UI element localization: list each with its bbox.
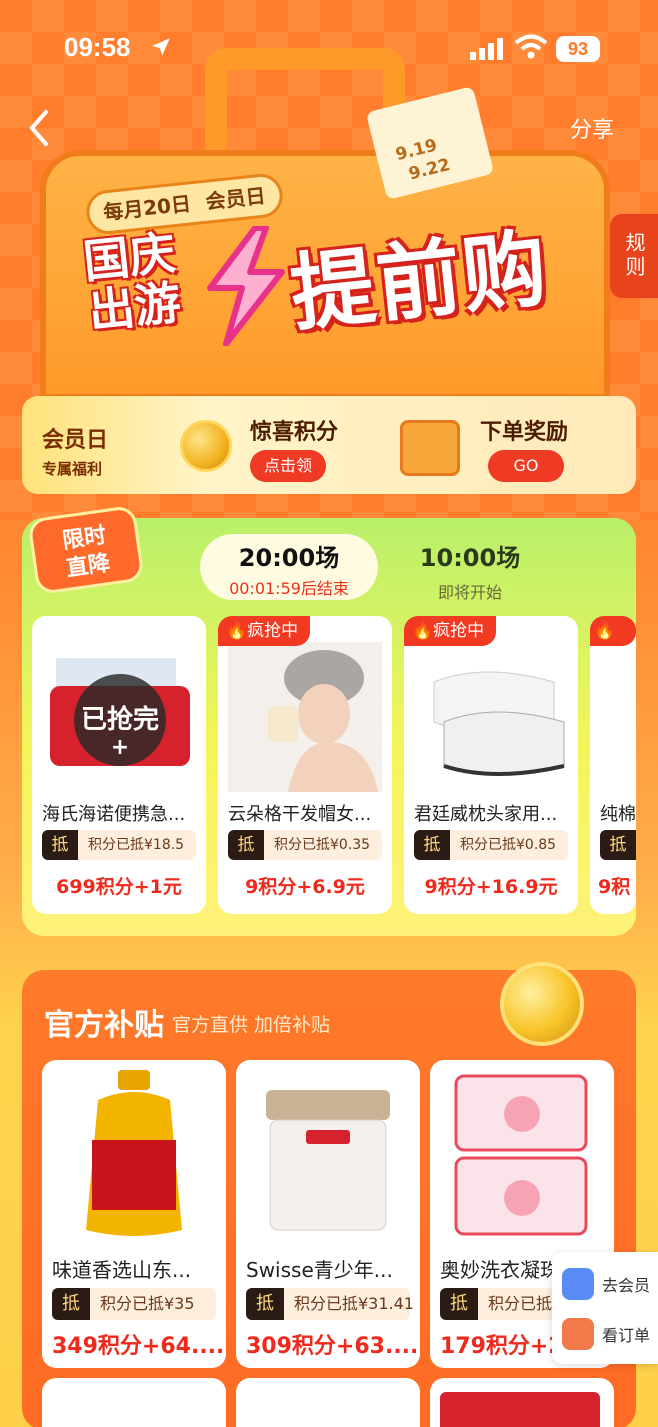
svg-text:+: + xyxy=(111,735,129,760)
shopping-bag-icon xyxy=(400,420,460,476)
deduct-value: 积分已抵¥0.85 xyxy=(460,837,557,853)
points-coin-icon xyxy=(500,962,584,1046)
share-button[interactable]: 分享 xyxy=(570,112,614,144)
subsidy-product-card[interactable]: Swisse青少年... 抵 积分已抵¥31.41 309积分+63.... xyxy=(236,1060,420,1368)
points-deduct-tag: 抵 积分已抵¥31.41 xyxy=(246,1288,414,1320)
points-deduct-tag: 抵 积分已抵¥18.5 xyxy=(42,830,196,860)
points-deduct-tag: 抵 积分已抵¥35 xyxy=(52,1288,216,1320)
product-name: Swisse青少年... xyxy=(246,1258,393,1282)
status-bar: 09:58 93 xyxy=(0,0,658,96)
deduct-value: 积分已抵 xyxy=(488,1294,553,1313)
hero-title-left: 国庆 出游 xyxy=(81,225,184,339)
product-price: 9积 xyxy=(598,876,631,898)
deduct-value: 积分已抵¥35 xyxy=(100,1294,195,1313)
hot-sale-label: 疯抢中 xyxy=(247,621,299,641)
session-tab-next[interactable]: 10:00场 即将开始 xyxy=(410,538,530,603)
benefits-tag-title: 会员日 xyxy=(42,428,109,453)
session-next-status: 即将开始 xyxy=(437,583,502,602)
laundry-pods-image xyxy=(454,1074,588,1236)
cellular-signal-icon xyxy=(470,38,503,60)
toothpaste-box-illustration xyxy=(440,1392,600,1427)
deduct-value: 积分已抵¥0.35 xyxy=(274,837,371,853)
deduct-key: 抵 xyxy=(440,1288,478,1320)
points-deduct-tag: 抵 积分已抵¥0.35 xyxy=(228,830,382,860)
order-list-icon xyxy=(562,1318,594,1350)
session-active-time: 20:00场 xyxy=(238,544,340,572)
subsidy-product-card[interactable]: 味道香选山东... 抵 积分已抵¥35 349积分+64.... xyxy=(42,1060,226,1368)
hot-sale-label: 疯 xyxy=(594,651,611,671)
session-tab-active[interactable]: 20:00场 00:01:59后结束 xyxy=(200,534,378,600)
product-name: 云朵格干发帽女... xyxy=(228,804,372,825)
deduct-value: 积分已抵¥18.5 xyxy=(88,837,185,853)
product-price: 349积分+64.... xyxy=(52,1334,222,1359)
first-aid-kit-image: 已抢完 + xyxy=(50,658,190,766)
hot-sale-tag: 🔥疯抢中 xyxy=(404,616,497,646)
product-name: 味道香选山东... xyxy=(52,1258,192,1282)
flash-sale-badge: 限时 直降 xyxy=(27,504,145,596)
deduct-key: 抵 xyxy=(414,830,450,860)
subsidy-title: 官方补贴 xyxy=(44,1008,164,1043)
back-icon[interactable] xyxy=(24,108,54,148)
flash-product-card[interactable]: 🔥疯抢中 云朵格干发帽女... 抵 积分已抵¥0.35 9积分+6.9元 xyxy=(218,616,392,914)
peanut-oil-bottle-image xyxy=(86,1070,182,1236)
benefits-tag-subtitle: 专属福利 xyxy=(42,460,103,478)
product-name: 纯棉 xyxy=(600,804,636,825)
view-orders-button[interactable]: 看订单 xyxy=(562,1314,658,1354)
status-time: 09:58 xyxy=(64,32,131,62)
points-deduct-tag: 抵 积分已抵¥0.85 xyxy=(414,830,568,860)
deduct-key: 抵 xyxy=(246,1288,284,1320)
deduct-key: 抵 xyxy=(228,830,264,860)
hot-sale-label: 疯抢中 xyxy=(433,621,485,641)
deduct-key: 抵 xyxy=(600,830,636,860)
wifi-icon xyxy=(514,34,548,59)
hero-title-line2: 出游 xyxy=(86,275,184,339)
go-member-label: 去会员 xyxy=(602,1276,651,1295)
product-name: 海氏海诺便携急... xyxy=(42,804,186,825)
subsidy-subtitle: 官方直供 加倍补贴 xyxy=(172,1014,331,1036)
supplement-jar-image xyxy=(266,1090,390,1231)
view-orders-label: 看订单 xyxy=(602,1326,651,1345)
badge-member: 会员日 xyxy=(204,183,267,214)
battery-indicator: 93 xyxy=(556,36,600,62)
flash-product-card[interactable]: 已抢完 + 海氏海诺便携急... 抵 积分已抵¥18.5 699积分+1元 xyxy=(32,616,206,914)
surprise-points-title: 惊喜积分 xyxy=(250,420,339,445)
pillow-image xyxy=(414,642,568,792)
sold-out-label: 已抢完 xyxy=(81,704,159,735)
session-active-countdown: 00:01:59后结束 xyxy=(229,579,349,598)
deduct-key: 抵 xyxy=(42,830,78,860)
hot-sale-tag: 🔥疯 xyxy=(590,616,636,671)
benefits-tag: 会员日 专属福利 xyxy=(42,422,108,479)
points-deduct-tag: 抵 xyxy=(600,830,636,860)
hair-towel-model-image xyxy=(228,642,382,792)
order-reward-title: 下单奖励 xyxy=(480,420,569,445)
badge-month: 每月20日 xyxy=(102,191,193,225)
product-name: 君廷威枕头家用... xyxy=(414,804,558,825)
product-price: 9积分+16.9元 xyxy=(424,876,558,898)
floating-shortcut-panel: 去会员 看订单 xyxy=(552,1252,658,1364)
lightning-bolt-icon xyxy=(207,226,285,346)
product-price: 9积分+6.9元 xyxy=(245,876,365,898)
deduct-key: 抵 xyxy=(52,1288,90,1320)
product-price: 309积分+63.... xyxy=(246,1334,416,1359)
flash-product-card[interactable]: 🔥疯 纯棉 抵 9积 xyxy=(590,616,636,914)
subsidy-product-card-partial[interactable] xyxy=(42,1378,226,1427)
member-shield-icon xyxy=(562,1268,594,1300)
subsidy-product-card-partial[interactable] xyxy=(430,1378,614,1427)
points-coin-icon xyxy=(180,420,232,472)
hot-sale-tag: 🔥疯抢中 xyxy=(218,616,311,646)
flash-product-card[interactable]: 🔥疯抢中 君廷威枕头家用... 抵 积分已抵¥0.85 9积分+16.9元 xyxy=(404,616,578,914)
go-member-button[interactable]: 去会员 xyxy=(562,1264,658,1304)
subsidy-product-card-partial[interactable] xyxy=(236,1378,420,1427)
product-price: 699积分+1元 xyxy=(56,876,182,898)
location-arrow-icon xyxy=(152,38,170,56)
deduct-value: 积分已抵¥31.41 xyxy=(294,1294,414,1313)
order-reward-go-button[interactable]: GO xyxy=(488,450,564,482)
claim-points-button[interactable]: 点击领 xyxy=(250,450,326,482)
session-next-time: 10:00场 xyxy=(419,544,521,572)
rules-button[interactable]: 规则 xyxy=(610,214,658,298)
